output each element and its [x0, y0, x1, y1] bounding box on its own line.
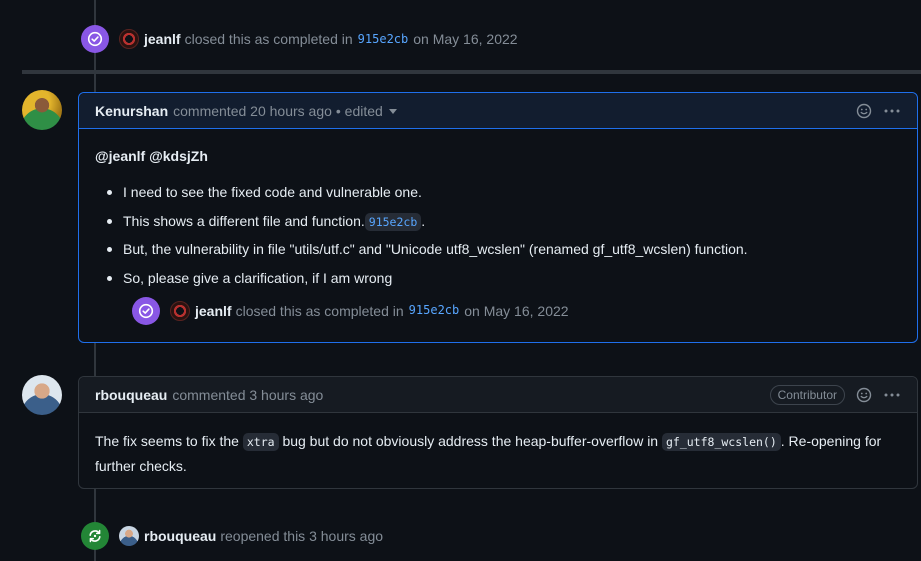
avatar[interactable] [119, 526, 139, 546]
comment-actions: Contributor [769, 384, 901, 405]
comment-body: @jeanlf @kdsjZh I need to see the fixed … [79, 129, 917, 341]
list-item-text: So, please give a clarification, if I am… [123, 269, 393, 286]
edited-label: • edited [335, 102, 383, 119]
comment-text: bug but do not obviously address the hea… [282, 433, 659, 449]
caret-down-icon [388, 109, 397, 115]
comment-timestamp[interactable]: commented 3 hours ago [172, 387, 323, 403]
event-actor[interactable]: rbouqueau [144, 528, 216, 544]
nested-closed-event: jeanlf closed this as completed in 915e2… [132, 296, 901, 325]
check-circle-icon [138, 303, 154, 319]
comment-kenurshan: Kenurshan commented 20 hours ago • edite… [78, 92, 918, 343]
smiley-icon[interactable] [855, 102, 873, 120]
event-actor[interactable]: jeanlf [144, 31, 181, 47]
issue-timeline: jeanlf closed this as completed in 915e2… [0, 0, 921, 561]
closed-badge [132, 296, 160, 325]
event-action: closed this as completed in [184, 31, 353, 47]
inline-code: gf_utf8_wcslen() [661, 433, 781, 451]
timeline-separator [22, 70, 921, 74]
list-item-suffix: . [421, 212, 426, 229]
check-circle-icon [87, 31, 103, 47]
comment-timestamp[interactable]: commented 20 hours ago [173, 103, 332, 119]
list-item: I need to see the fixed code and vulnera… [105, 181, 901, 203]
list-item-text: I need to see the fixed code and vulnera… [123, 184, 422, 201]
list-item: This shows a different file and function… [105, 210, 901, 232]
list-item: So, please give a clarification, if I am… [105, 267, 901, 289]
list-item-text: But, the vulnerability in file "utils/ut… [123, 241, 748, 258]
comment-text: The fix seems to fix the [95, 433, 239, 449]
bullet-list: I need to see the fixed code and vulnera… [95, 181, 901, 289]
comment-author[interactable]: Kenurshan [95, 103, 168, 119]
contributor-badge: Contributor [769, 384, 845, 405]
commit-link[interactable]: 915e2cb [409, 301, 460, 320]
event-date[interactable]: on May 16, 2022 [464, 300, 568, 322]
closed-event: jeanlf closed this as completed in 915e2… [81, 25, 518, 53]
comment-actions [855, 102, 901, 120]
commit-link[interactable]: 915e2cb [358, 32, 409, 46]
reopened-event: rbouqueau reopened this 3 hours ago [81, 522, 383, 550]
event-actor[interactable]: jeanlf [195, 300, 232, 322]
list-item-text: This shows a different file and function… [123, 212, 365, 229]
list-item: But, the vulnerability in file "utils/ut… [105, 238, 901, 260]
event-action: reopened this 3 hours ago [220, 528, 384, 544]
smiley-icon[interactable] [855, 386, 873, 404]
inline-code: xtra [242, 433, 279, 451]
event-action: closed this as completed in [235, 302, 404, 319]
avatar[interactable] [170, 300, 190, 321]
comment-header: rbouqueau commented 3 hours ago Contribu… [79, 377, 917, 413]
avatar[interactable] [119, 29, 139, 49]
comment-rbouqueau: rbouqueau commented 3 hours ago Contribu… [78, 376, 918, 489]
kebab-icon[interactable] [883, 386, 901, 404]
closed-badge [81, 25, 109, 53]
comment-author[interactable]: rbouqueau [95, 387, 167, 403]
commit-link[interactable]: 915e2cb [364, 212, 422, 231]
reopen-icon [89, 529, 101, 543]
comment-body: The fix seems to fix the xtra bug but do… [79, 413, 917, 494]
avatar[interactable] [22, 375, 62, 415]
avatar[interactable] [22, 90, 62, 130]
reopened-badge [81, 522, 109, 550]
event-date[interactable]: on May 16, 2022 [413, 31, 517, 47]
comment-header: Kenurshan commented 20 hours ago • edite… [79, 93, 917, 129]
kebab-icon[interactable] [883, 102, 901, 120]
edited-menu[interactable]: • edited [336, 103, 397, 119]
mentions[interactable]: @jeanlf @kdsjZh [95, 145, 901, 167]
